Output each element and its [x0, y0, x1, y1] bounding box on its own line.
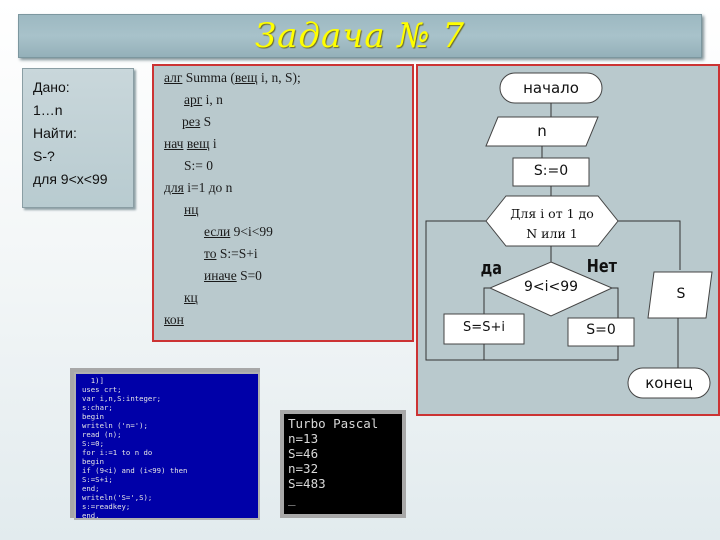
output-line: S=46 [288, 446, 319, 461]
code-line: for i:=1 to n do [82, 448, 153, 457]
code-line: writeln ('n='); [82, 421, 148, 430]
code-line: uses crt; [82, 385, 122, 394]
condition-label: 9<i<99 [523, 279, 579, 295]
output-window: Turbo Pascal n=13 S=46 n=32 S=483 _ [284, 414, 402, 514]
code-line: begin [82, 412, 104, 421]
no-connector [612, 287, 619, 318]
output-cursor: _ [288, 491, 296, 506]
output-line: n=32 [288, 461, 319, 476]
code-line: var i,n,S:integer; [82, 394, 162, 403]
code-line: s:=readkey; [82, 502, 131, 511]
input-label: n [537, 122, 547, 140]
yes-label: да [480, 258, 503, 279]
output-line: n=13 [288, 431, 319, 446]
exit-connector [618, 220, 681, 270]
code-line: read (n); [82, 430, 122, 439]
code-line: writeln('S=',S); [82, 493, 153, 502]
output-line: Turbo Pascal [288, 416, 379, 431]
code-line: 1)] [82, 376, 104, 385]
yes-action-label: S=S+i [463, 320, 505, 335]
no-action-label: S=0 [586, 322, 616, 338]
output-label: S [676, 286, 686, 302]
no-label: Нет [586, 256, 617, 277]
init-label: S:=0 [533, 163, 569, 179]
end-label: конец [645, 374, 693, 392]
code-line: S:=S+i; [82, 475, 113, 484]
code-line: end. [82, 511, 100, 520]
code-line: if (9<i) and (i<99) then [82, 466, 188, 475]
output-line: S=483 [288, 476, 326, 491]
loop-label-line1: Для i от 1 до [510, 206, 594, 221]
start-label: начало [523, 79, 579, 97]
code-window: 1)] uses crt; var i,n,S:integer; s:char;… [74, 372, 260, 520]
code-line: end; [82, 484, 100, 493]
merge-connector [484, 346, 619, 361]
code-line: s:char; [82, 403, 113, 412]
loop-label-line2: N или 1 [526, 226, 578, 241]
code-line: begin [82, 457, 104, 466]
yes-connector [483, 287, 490, 314]
code-line: S:=0; [82, 439, 104, 448]
